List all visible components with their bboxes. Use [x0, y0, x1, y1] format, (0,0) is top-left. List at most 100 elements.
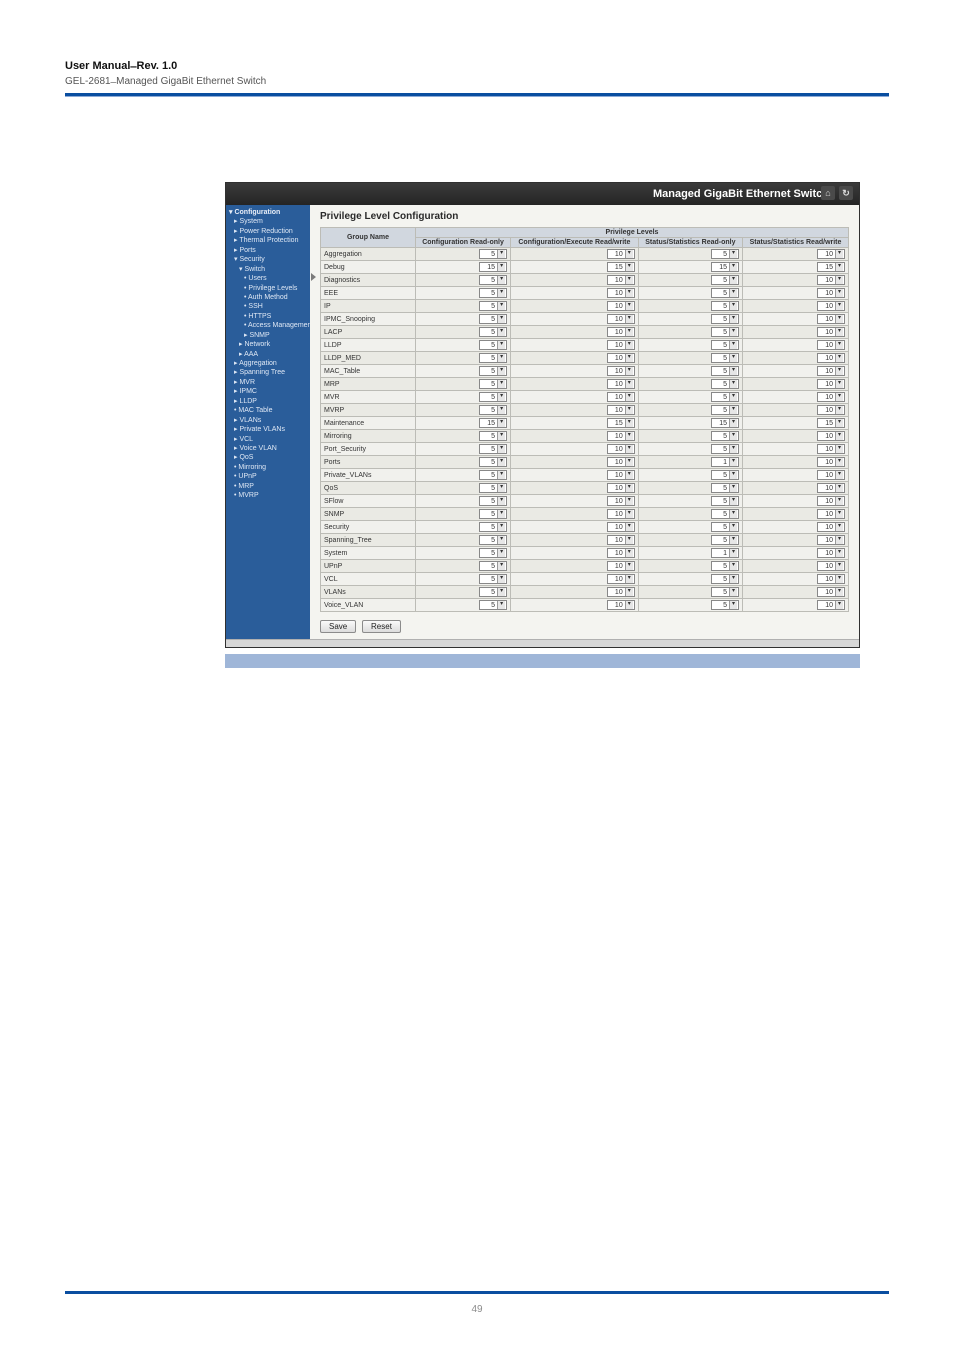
level-select[interactable]: 10▾: [607, 301, 635, 311]
level-select[interactable]: 5▾: [711, 431, 739, 441]
sidebar-item[interactable]: • SSH: [228, 302, 308, 311]
level-select[interactable]: 10▾: [607, 496, 635, 506]
level-select[interactable]: 5▾: [711, 535, 739, 545]
level-select[interactable]: 5▾: [711, 379, 739, 389]
level-select[interactable]: 5▾: [711, 561, 739, 571]
level-select[interactable]: 5▾: [479, 392, 507, 402]
sidebar-item[interactable]: ▸ Spanning Tree: [228, 368, 308, 377]
level-select[interactable]: 5▾: [479, 249, 507, 259]
level-select[interactable]: 5▾: [479, 574, 507, 584]
level-select[interactable]: 5▾: [479, 483, 507, 493]
nav-sidebar[interactable]: ▾ Configuration▸ System▸ Power Reduction…: [226, 205, 310, 639]
level-select[interactable]: 10▾: [817, 457, 845, 467]
level-select[interactable]: 5▾: [711, 587, 739, 597]
sidebar-item[interactable]: ▸ VCL: [228, 435, 308, 444]
sidebar-item[interactable]: ▸ VLANs: [228, 416, 308, 425]
level-select[interactable]: 10▾: [607, 574, 635, 584]
level-select[interactable]: 5▾: [711, 574, 739, 584]
level-select[interactable]: 5▾: [479, 366, 507, 376]
level-select[interactable]: 10▾: [607, 275, 635, 285]
sidebar-item[interactable]: ▸ MVR: [228, 378, 308, 387]
sidebar-splitter-icon[interactable]: [311, 273, 316, 281]
level-select[interactable]: 1▾: [711, 457, 739, 467]
level-select[interactable]: 5▾: [711, 327, 739, 337]
level-select[interactable]: 5▾: [479, 587, 507, 597]
level-select[interactable]: 10▾: [817, 288, 845, 298]
level-select[interactable]: 5▾: [479, 522, 507, 532]
sidebar-item[interactable]: ▸ Aggregation: [228, 359, 308, 368]
level-select[interactable]: 10▾: [607, 392, 635, 402]
level-select[interactable]: 5▾: [711, 470, 739, 480]
level-select[interactable]: 5▾: [711, 288, 739, 298]
level-select[interactable]: 10▾: [817, 496, 845, 506]
level-select[interactable]: 10▾: [817, 483, 845, 493]
sidebar-item[interactable]: • Users: [228, 274, 308, 283]
level-select[interactable]: 5▾: [479, 470, 507, 480]
level-select[interactable]: 5▾: [711, 496, 739, 506]
scrollbar-horizontal[interactable]: [226, 639, 859, 647]
sidebar-item[interactable]: • UPnP: [228, 472, 308, 481]
sidebar-item[interactable]: ▾ Switch: [228, 265, 308, 274]
level-select[interactable]: 5▾: [479, 314, 507, 324]
level-select[interactable]: 10▾: [817, 392, 845, 402]
level-select[interactable]: 10▾: [817, 340, 845, 350]
sidebar-item[interactable]: ▸ Thermal Protection: [228, 236, 308, 245]
level-select[interactable]: 5▾: [711, 366, 739, 376]
sidebar-item[interactable]: • MAC Table: [228, 406, 308, 415]
level-select[interactable]: 5▾: [711, 405, 739, 415]
level-select[interactable]: 10▾: [607, 366, 635, 376]
sidebar-item[interactable]: ▾ Configuration: [228, 208, 308, 217]
level-select[interactable]: 10▾: [817, 353, 845, 363]
level-select[interactable]: 15▾: [711, 262, 739, 272]
level-select[interactable]: 15▾: [607, 262, 635, 272]
level-select[interactable]: 10▾: [817, 327, 845, 337]
level-select[interactable]: 5▾: [711, 483, 739, 493]
logout-icon[interactable]: ↻: [839, 186, 853, 200]
level-select[interactable]: 5▾: [711, 301, 739, 311]
level-select[interactable]: 15▾: [607, 418, 635, 428]
level-select[interactable]: 5▾: [711, 509, 739, 519]
level-select[interactable]: 10▾: [607, 587, 635, 597]
sidebar-item[interactable]: ▸ SNMP: [228, 331, 308, 340]
sidebar-item[interactable]: ▸ System: [228, 217, 308, 226]
level-select[interactable]: 10▾: [817, 379, 845, 389]
level-select[interactable]: 5▾: [711, 392, 739, 402]
save-button[interactable]: Save: [320, 620, 356, 633]
level-select[interactable]: 10▾: [817, 314, 845, 324]
level-select[interactable]: 5▾: [479, 457, 507, 467]
level-select[interactable]: 10▾: [607, 561, 635, 571]
level-select[interactable]: 5▾: [479, 496, 507, 506]
level-select[interactable]: 10▾: [817, 561, 845, 571]
level-select[interactable]: 5▾: [479, 301, 507, 311]
level-select[interactable]: 5▾: [711, 522, 739, 532]
level-select[interactable]: 10▾: [607, 509, 635, 519]
level-select[interactable]: 5▾: [711, 340, 739, 350]
sidebar-item[interactable]: ▸ QoS: [228, 453, 308, 462]
level-select[interactable]: 10▾: [817, 600, 845, 610]
sidebar-item[interactable]: ▸ Network: [228, 340, 308, 349]
sidebar-item[interactable]: ▸ Private VLANs: [228, 425, 308, 434]
level-select[interactable]: 10▾: [817, 366, 845, 376]
level-select[interactable]: 10▾: [607, 483, 635, 493]
level-select[interactable]: 10▾: [607, 340, 635, 350]
sidebar-item[interactable]: • MRP: [228, 482, 308, 491]
level-select[interactable]: 5▾: [711, 249, 739, 259]
level-select[interactable]: 5▾: [711, 444, 739, 454]
level-select[interactable]: 5▾: [479, 509, 507, 519]
level-select[interactable]: 10▾: [817, 405, 845, 415]
level-select[interactable]: 10▾: [607, 405, 635, 415]
level-select[interactable]: 5▾: [479, 535, 507, 545]
level-select[interactable]: 15▾: [817, 418, 845, 428]
level-select[interactable]: 5▾: [711, 314, 739, 324]
level-select[interactable]: 10▾: [817, 509, 845, 519]
level-select[interactable]: 5▾: [479, 379, 507, 389]
level-select[interactable]: 5▾: [479, 600, 507, 610]
level-select[interactable]: 10▾: [607, 457, 635, 467]
sidebar-item[interactable]: ▸ LLDP: [228, 397, 308, 406]
sidebar-item[interactable]: ▸ Power Reduction: [228, 227, 308, 236]
level-select[interactable]: 5▾: [711, 353, 739, 363]
level-select[interactable]: 10▾: [817, 470, 845, 480]
level-select[interactable]: 10▾: [607, 470, 635, 480]
home-icon[interactable]: ⌂: [821, 186, 835, 200]
level-select[interactable]: 15▾: [711, 418, 739, 428]
